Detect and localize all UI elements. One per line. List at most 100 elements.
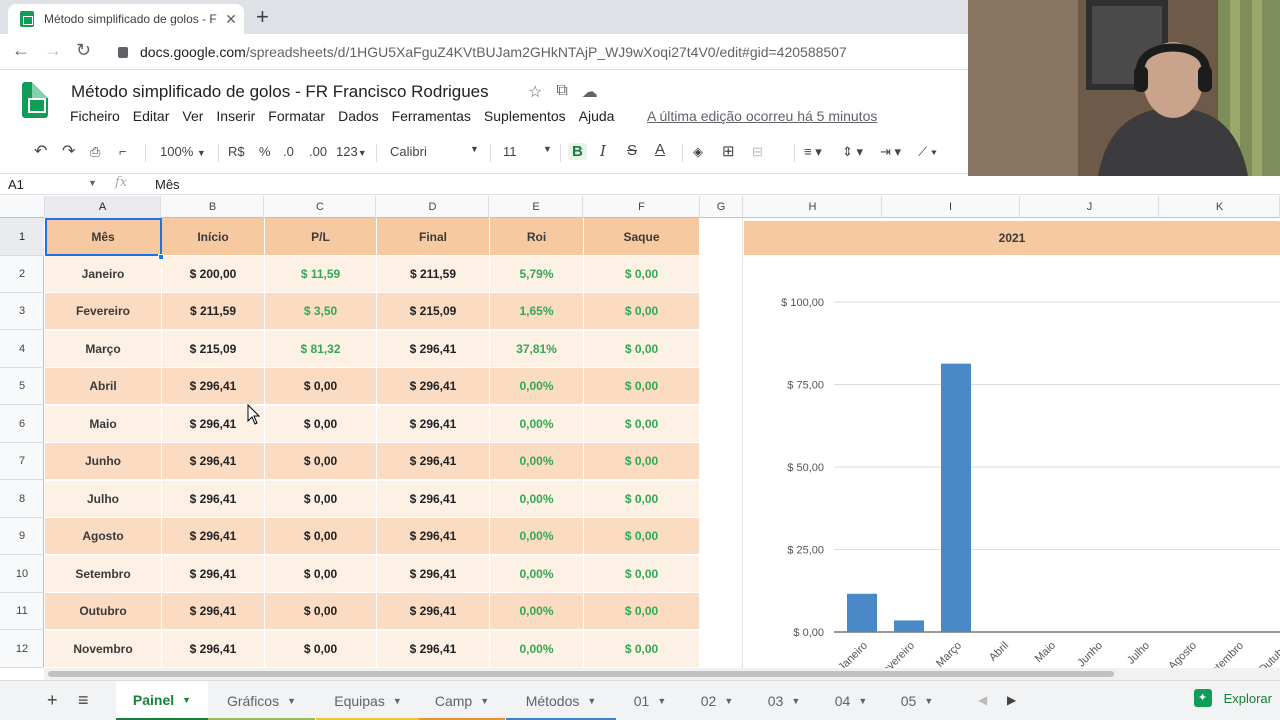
cell-withdraw[interactable]: $ 0,00 [584, 256, 700, 293]
cell-pl[interactable]: $ 0,00 [265, 481, 377, 518]
percent-format-button[interactable]: % [259, 144, 271, 159]
menu-tools[interactable]: Ferramentas [392, 108, 471, 124]
align-horizontal-icon[interactable]: ≡ ▾ [804, 144, 822, 160]
cell-final[interactable]: $ 211,59 [377, 256, 490, 293]
sheet-tab-menu-icon[interactable]: ▼ [657, 696, 666, 706]
formula-input[interactable]: Mês [155, 177, 180, 192]
star-icon[interactable]: ☆ [528, 82, 542, 102]
menu-view[interactable]: Ver [182, 108, 203, 124]
column-header-j[interactable]: J [1021, 196, 1159, 218]
strikethrough-button[interactable]: S [627, 142, 637, 159]
column-header-c[interactable]: C [265, 196, 376, 218]
cell-roi[interactable]: 5,79% [490, 256, 584, 293]
sheet-tab-02[interactable]: 02 ▼ [684, 681, 750, 720]
cell-roi[interactable]: 0,00% [490, 518, 584, 555]
cell-roi[interactable]: 37,81% [490, 331, 584, 368]
decrease-decimal-button[interactable]: .0 [283, 144, 294, 159]
cell-pl[interactable]: $ 0,00 [265, 443, 377, 480]
cell-withdraw[interactable]: $ 0,00 [584, 406, 700, 443]
cell-roi[interactable]: 0,00% [490, 368, 584, 405]
more-formats-button[interactable]: 123▼ [336, 144, 367, 159]
cell-month[interactable]: Junho [45, 443, 162, 480]
print-icon[interactable]: ⎙ [90, 144, 100, 160]
header-cell-pl[interactable]: P/L [265, 218, 377, 256]
row-header-8[interactable]: 8 [0, 481, 44, 518]
header-cell-roi[interactable]: Roi [490, 218, 584, 256]
row-header-4[interactable]: 4 [0, 331, 44, 368]
all-sheets-icon[interactable]: ≡ [78, 690, 89, 711]
row-header-7[interactable]: 7 [0, 443, 44, 480]
text-rotate-icon[interactable]: ⟋ ▾ [918, 144, 937, 160]
zoom-select[interactable]: 100% ▼ [160, 144, 206, 159]
horizontal-scrollbar[interactable] [44, 668, 1280, 680]
cell-roi[interactable]: 0,00% [490, 406, 584, 443]
back-arrow-icon[interactable]: ← [12, 40, 30, 61]
cell-start[interactable]: $ 215,09 [162, 331, 265, 368]
browser-tab[interactable]: Método simplificado de golos - F ✕ [8, 4, 244, 34]
sheet-tab-menu-icon[interactable]: ▼ [182, 695, 191, 705]
row-header-3[interactable]: 3 [0, 293, 44, 330]
reload-icon[interactable]: ↻ [76, 40, 91, 61]
cell-month[interactable]: Maio [45, 406, 162, 443]
cell-final[interactable]: $ 296,41 [377, 331, 490, 368]
cell-start[interactable]: $ 211,59 [162, 293, 265, 330]
cell-month[interactable]: Fevereiro [45, 293, 162, 330]
sheet-tab-menu-icon[interactable]: ▼ [587, 696, 596, 706]
bar-janeiro[interactable] [847, 593, 877, 632]
cell-pl[interactable]: $ 0,00 [265, 406, 377, 443]
cell-final[interactable]: $ 296,41 [377, 631, 490, 668]
cell-start[interactable]: $ 296,41 [162, 481, 265, 518]
row-header-2[interactable]: 2 [0, 256, 44, 293]
sheet-tab-painel[interactable]: Painel ▼ [116, 681, 208, 720]
cell-pl[interactable]: $ 0,00 [265, 631, 377, 668]
cell-withdraw[interactable]: $ 0,00 [584, 368, 700, 405]
sheet-tab-menu-icon[interactable]: ▼ [287, 696, 296, 706]
column-header-i[interactable]: I [882, 196, 1020, 218]
sheet-tab-equipas[interactable]: Equipas ▼ [316, 681, 420, 720]
menu-addons[interactable]: Suplementos [484, 108, 566, 124]
row-header-11[interactable]: 11 [0, 593, 44, 630]
cell-pl[interactable]: $ 3,50 [265, 293, 377, 330]
paint-format-icon[interactable]: ⌐ [119, 144, 127, 159]
cell-withdraw[interactable]: $ 0,00 [584, 331, 700, 368]
font-select[interactable]: Calibri ▼ [390, 144, 480, 159]
cell-pl[interactable]: $ 0,00 [265, 518, 377, 555]
header-cell-month[interactable]: Mês [45, 218, 162, 256]
add-sheet-icon[interactable]: + [47, 690, 58, 711]
sheet-tab-menu-icon[interactable]: ▼ [724, 696, 733, 706]
forward-arrow-icon[interactable]: → [44, 40, 62, 61]
column-header-h[interactable]: H [744, 196, 882, 218]
sheet-tab-05[interactable]: 05 ▼ [884, 681, 950, 720]
undo-icon[interactable]: ↶ [34, 141, 47, 161]
cell-month[interactable]: Março [45, 331, 162, 368]
cell-roi[interactable]: 0,00% [490, 593, 584, 630]
cell-final[interactable]: $ 296,41 [377, 518, 490, 555]
close-tab-icon[interactable]: ✕ [218, 11, 244, 28]
cell-start[interactable]: $ 296,41 [162, 518, 265, 555]
header-cell-final[interactable]: Final [377, 218, 490, 256]
row-header-5[interactable]: 5 [0, 368, 44, 405]
cell-final[interactable]: $ 296,41 [377, 481, 490, 518]
sheet-tab-métodos[interactable]: Métodos ▼ [506, 681, 616, 720]
cell-start[interactable]: $ 296,41 [162, 631, 265, 668]
menu-insert[interactable]: Inserir [216, 108, 255, 124]
new-tab-button[interactable]: + [256, 4, 269, 30]
merge-cells-icon[interactable]: ⊟ [752, 144, 763, 160]
bar-chart[interactable]: 2021 $ 0,00 $ 25,00 $ 50,00 $ 75,00 $ 100,00… [744, 218, 1280, 668]
sheet-tab-menu-icon[interactable]: ▼ [393, 696, 402, 706]
cell-start[interactable]: $ 296,41 [162, 593, 265, 630]
explore-button[interactable]: ✦ Explorar [1193, 689, 1272, 707]
sheet-tab-menu-icon[interactable]: ▼ [858, 696, 867, 706]
align-vertical-icon[interactable]: ⇕ ▾ [842, 144, 863, 160]
cell-withdraw[interactable]: $ 0,00 [584, 556, 700, 593]
redo-icon[interactable]: ↷ [62, 141, 75, 161]
menu-format[interactable]: Formatar [268, 108, 325, 124]
cell-start[interactable]: $ 296,41 [162, 443, 265, 480]
column-header-d[interactable]: D [377, 196, 489, 218]
currency-format-button[interactable]: R$ [228, 144, 245, 159]
fill-color-icon[interactable]: ◈ [693, 144, 703, 160]
column-header-e[interactable]: E [490, 196, 583, 218]
sheet-tab-menu-icon[interactable]: ▼ [480, 696, 489, 706]
cell-start[interactable]: $ 200,00 [162, 256, 265, 293]
cell-pl[interactable]: $ 0,00 [265, 556, 377, 593]
